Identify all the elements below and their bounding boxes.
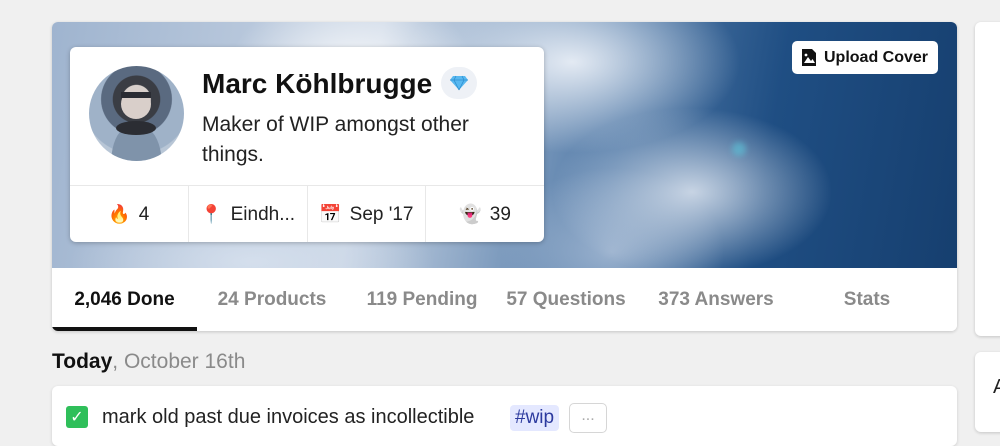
task-item: ✓ mark old past due invoices as incollec… bbox=[52, 386, 957, 446]
tab-pending[interactable]: 119 Pending bbox=[347, 268, 497, 331]
today-label: Today bbox=[52, 350, 113, 373]
tab-answers[interactable]: 373 Answers bbox=[635, 268, 797, 331]
ghost-icon: 👻 bbox=[459, 204, 482, 224]
tab-questions[interactable]: 57 Questions bbox=[497, 268, 635, 331]
diamond-icon-glyph bbox=[450, 75, 468, 91]
tab-done[interactable]: 2,046 Done bbox=[52, 268, 197, 331]
right-sidebar-card bbox=[975, 22, 1000, 336]
avatar-image bbox=[111, 89, 162, 161]
upload-cover-label: Upload Cover bbox=[824, 48, 929, 66]
more-options-button[interactable]: ... bbox=[569, 403, 607, 433]
joined-stat[interactable]: 📅 Sep '17 bbox=[308, 186, 427, 242]
right-sidebar-letter: A bbox=[993, 376, 1000, 398]
streak-value: 4 bbox=[138, 203, 150, 225]
location-value: Eindh... bbox=[230, 203, 296, 225]
date-label: , October 16th bbox=[112, 350, 246, 373]
fire-icon: 🔥 bbox=[108, 204, 131, 224]
pin-icon: 📍 bbox=[200, 204, 223, 224]
check-icon[interactable]: ✓ bbox=[66, 406, 88, 428]
tab-stats[interactable]: Stats bbox=[797, 268, 937, 331]
upload-cover-button[interactable]: Upload Cover bbox=[792, 41, 938, 74]
streak-stat[interactable]: 🔥 4 bbox=[70, 186, 189, 242]
avatar[interactable] bbox=[89, 66, 184, 161]
ghost-stat[interactable]: 👻 39 bbox=[426, 186, 544, 242]
right-sidebar-card-2: A bbox=[975, 352, 1000, 432]
joined-value: Sep '17 bbox=[349, 203, 414, 225]
profile-info-card: Marc Köhlbrugge Maker of WIP amongst oth… bbox=[70, 47, 544, 242]
diamond-icon[interactable] bbox=[441, 67, 477, 99]
ghost-value: 39 bbox=[489, 203, 511, 225]
calendar-icon: 📅 bbox=[319, 204, 342, 224]
cover-glow bbox=[732, 142, 746, 156]
location-stat[interactable]: 📍 Eindh... bbox=[189, 186, 308, 242]
image-upload-icon bbox=[802, 48, 816, 66]
tab-products[interactable]: 24 Products bbox=[197, 268, 347, 331]
profile-bio: Maker of WIP amongst other things. bbox=[202, 113, 469, 166]
profile-stats: 🔥 4 📍 Eindh... 📅 Sep '17 👻 39 bbox=[70, 185, 544, 242]
profile-card: Upload Cover Marc Köhlbrugge Maker of WI… bbox=[52, 22, 957, 331]
profile-name: Marc Köhlbrugge bbox=[202, 68, 433, 99]
profile-tabs: 2,046 Done 24 Products 119 Pending 57 Qu… bbox=[52, 268, 957, 331]
date-heading: Today, October 16th bbox=[52, 350, 245, 374]
hashtag-link[interactable]: #wip bbox=[510, 405, 560, 431]
